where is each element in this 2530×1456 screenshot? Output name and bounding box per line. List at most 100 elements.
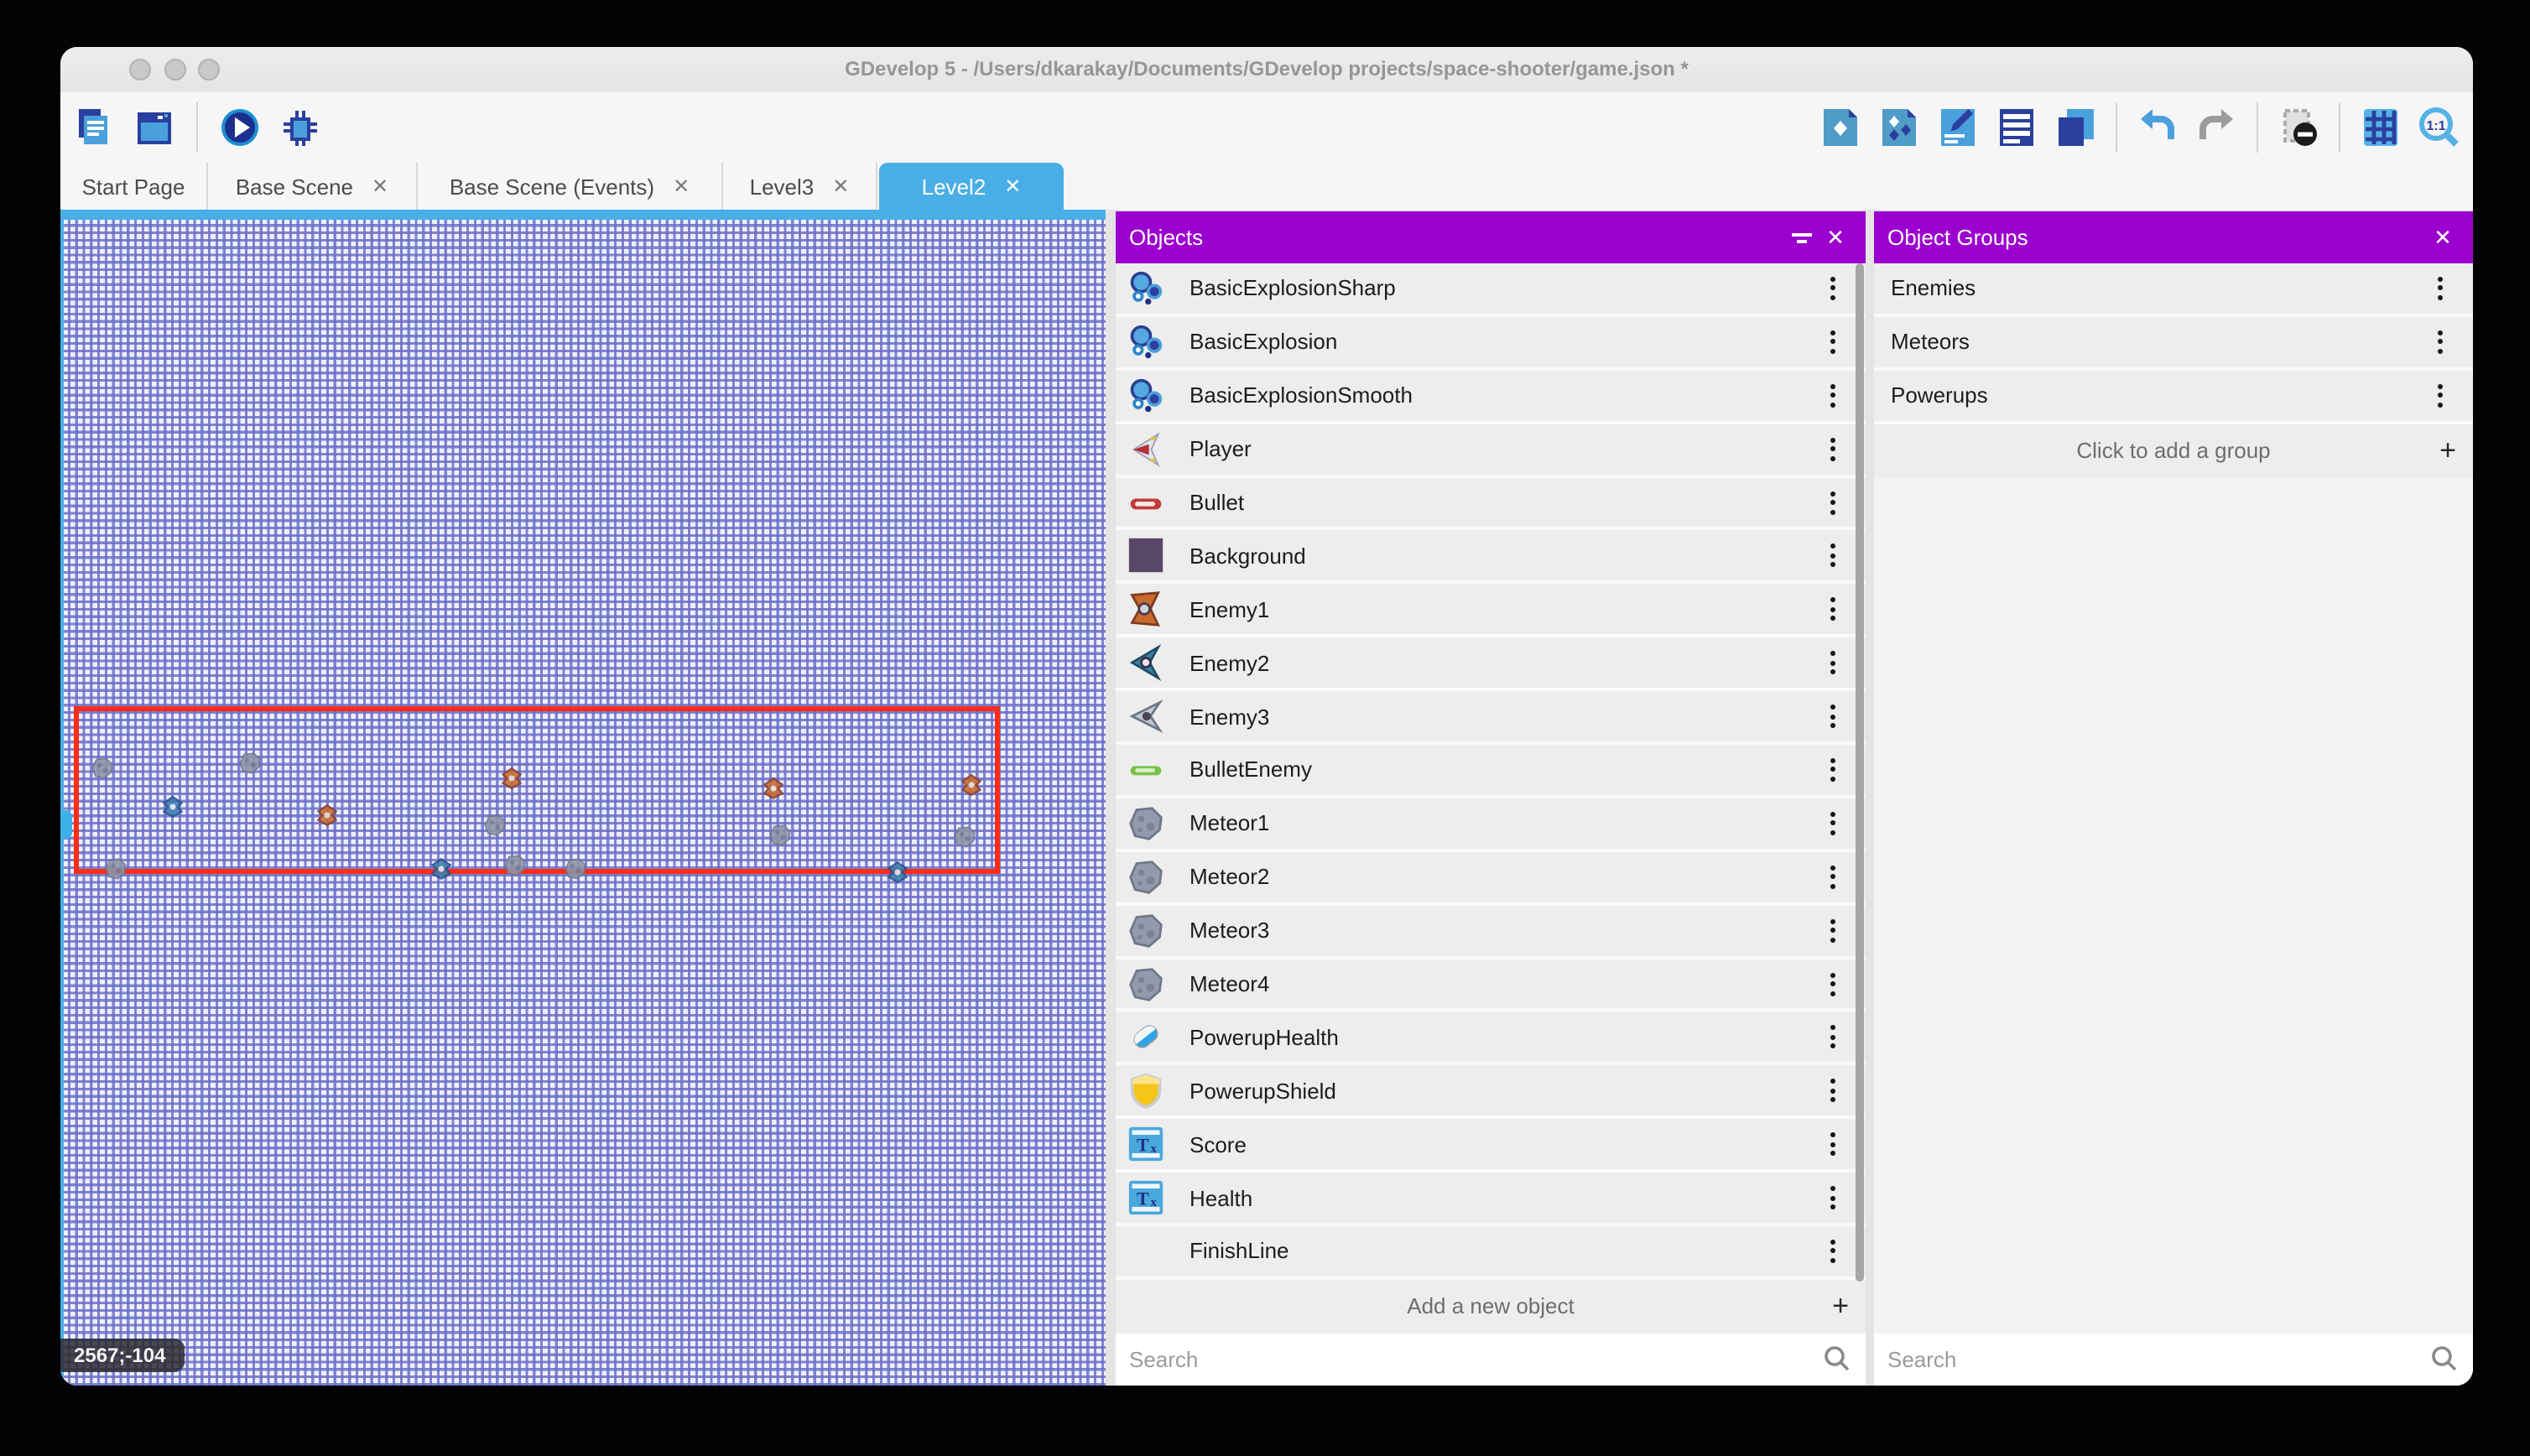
filter-icon[interactable] (1785, 221, 1819, 254)
grid-icon[interactable] (2357, 104, 2404, 151)
object-row-health[interactable]: TxHealth (1116, 1173, 1866, 1226)
object-row-meteor3[interactable]: Meteor3 (1116, 905, 1866, 959)
redo-icon[interactable] (2193, 104, 2240, 151)
tab-level2[interactable]: Level2✕ (879, 163, 1064, 210)
scene-sprite-enemy-orange[interactable] (500, 767, 523, 790)
object-row-enemy2[interactable]: Enemy2 (1116, 637, 1866, 691)
object-row-poweruphealth[interactable]: PowerupHealth (1116, 1012, 1866, 1066)
layers-icon[interactable] (2052, 104, 2099, 151)
panels-divider[interactable] (1866, 210, 1874, 1386)
scene-sprite-meteor[interactable] (503, 854, 527, 877)
tab-start-page[interactable]: Start Page (60, 163, 208, 210)
group-row-meteors[interactable]: Meteors (1874, 317, 2473, 371)
object-row-enemy3[interactable]: Enemy3 (1116, 691, 1866, 745)
group-menu-kebab-icon[interactable] (2421, 324, 2458, 361)
svg-text:x: x (1151, 1142, 1158, 1156)
object-menu-kebab-icon[interactable] (1814, 751, 1851, 788)
zoom-1-1-icon[interactable]: 1:1 (2416, 104, 2463, 151)
object-row-enemy1[interactable]: Enemy1 (1116, 585, 1866, 638)
object-row-background[interactable]: Background (1116, 531, 1866, 585)
object-row-basicexplosion[interactable]: BasicExplosion (1116, 317, 1866, 371)
tab-base-scene-events-[interactable]: Base Scene (Events)✕ (418, 163, 723, 210)
object-menu-kebab-icon[interactable] (1814, 1019, 1851, 1056)
object-menu-kebab-icon[interactable] (1814, 698, 1851, 735)
object-menu-kebab-icon[interactable] (1814, 1126, 1851, 1162)
scene-sprite-meteor[interactable] (483, 814, 507, 837)
object-row-basicexplosionsharp[interactable]: BasicExplosionSharp (1116, 263, 1866, 317)
close-tab-icon[interactable]: ✕ (832, 174, 849, 198)
object-row-finishline[interactable]: FinishLine (1116, 1226, 1866, 1280)
object-menu-kebab-icon[interactable] (1814, 1233, 1851, 1270)
app-window-icon[interactable] (131, 104, 178, 151)
object-row-meteor1[interactable]: Meteor1 (1116, 798, 1866, 852)
group-row-powerups[interactable]: Powerups (1874, 371, 2473, 424)
object-row-meteor4[interactable]: Meteor4 (1116, 959, 1866, 1012)
object-row-meteor2[interactable]: Meteor2 (1116, 852, 1866, 906)
tab-base-scene[interactable]: Base Scene✕ (208, 163, 418, 210)
add-object-row[interactable]: Add a new object + (1116, 1280, 1866, 1334)
debug-icon[interactable] (277, 104, 324, 151)
close-tab-icon[interactable]: ✕ (673, 174, 690, 198)
object-menu-kebab-icon[interactable] (1814, 270, 1851, 307)
objects-search-input[interactable] (1116, 1334, 1866, 1386)
object-row-basicexplosionsmooth[interactable]: BasicExplosionSmooth (1116, 371, 1866, 424)
object-row-bullet[interactable]: Bullet (1116, 477, 1866, 531)
scene-sprite-meteor[interactable] (953, 825, 976, 849)
object-menu-kebab-icon[interactable] (1814, 538, 1851, 575)
undo-icon[interactable] (2134, 104, 2181, 151)
scene-sprite-enemy-blue[interactable] (161, 795, 185, 819)
object-menu-kebab-icon[interactable] (1814, 430, 1851, 467)
object-menu-kebab-icon[interactable] (1814, 912, 1851, 949)
enemy2-icon (1127, 644, 1164, 681)
object-row-bulletenemy[interactable]: BulletEnemy (1116, 745, 1866, 798)
groups-search-input[interactable] (1874, 1334, 2473, 1386)
close-groups-panel-icon[interactable]: ✕ (2426, 221, 2460, 254)
properties-icon[interactable] (1934, 104, 1981, 151)
scene-sprite-meteor[interactable] (238, 751, 262, 775)
object-menu-kebab-icon[interactable] (1814, 484, 1851, 521)
add-group-row[interactable]: Click to add a group + (1874, 424, 2473, 477)
scene-sprite-meteor[interactable] (564, 857, 587, 881)
group-menu-kebab-icon[interactable] (2421, 270, 2458, 307)
group-name: Enemies (1891, 276, 2421, 301)
scene-sprite-meteor[interactable] (768, 824, 792, 847)
scene-panel-divider[interactable] (1106, 210, 1116, 1386)
selection-rectangle[interactable] (74, 706, 1000, 874)
text-icon: Tx (1127, 1126, 1164, 1162)
scene-edge-handle[interactable] (60, 810, 72, 839)
close-tab-icon[interactable]: ✕ (1004, 174, 1021, 198)
window-title: GDevelop 5 - /Users/dkarakay/Documents/G… (60, 47, 2473, 92)
scene-sprite-enemy-orange[interactable] (762, 777, 785, 800)
scene-sprite-meteor[interactable] (104, 857, 128, 881)
object-row-player[interactable]: Player (1116, 424, 1866, 477)
objects-panel-icon[interactable] (1817, 104, 1864, 151)
object-menu-kebab-icon[interactable] (1814, 858, 1851, 895)
scene-editor-canvas[interactable]: 2567;-104 (60, 210, 1106, 1386)
object-menu-kebab-icon[interactable] (1814, 1073, 1851, 1110)
object-menu-kebab-icon[interactable] (1814, 591, 1851, 628)
object-menu-kebab-icon[interactable] (1814, 805, 1851, 842)
close-objects-panel-icon[interactable]: ✕ (1819, 221, 1852, 254)
object-menu-kebab-icon[interactable] (1814, 1179, 1851, 1216)
object-menu-kebab-icon[interactable] (1814, 324, 1851, 361)
object-row-powerupshield[interactable]: PowerupShield (1116, 1066, 1866, 1120)
object-row-score[interactable]: TxScore (1116, 1120, 1866, 1173)
group-row-enemies[interactable]: Enemies (1874, 263, 2473, 317)
scene-sprite-enemy-orange[interactable] (315, 803, 339, 827)
object-menu-kebab-icon[interactable] (1814, 644, 1851, 681)
object-menu-kebab-icon[interactable] (1814, 377, 1851, 413)
scene-sprite-meteor[interactable] (91, 757, 114, 780)
objects-scrollbar[interactable] (1856, 263, 1864, 1282)
close-tab-icon[interactable]: ✕ (372, 174, 388, 198)
scene-sprite-enemy-blue[interactable] (886, 861, 909, 884)
preview-play-icon[interactable] (216, 104, 263, 151)
tab-level3[interactable]: Level3✕ (723, 163, 877, 210)
object-groups-panel-icon[interactable] (1876, 104, 1923, 151)
project-manager-icon[interactable] (70, 104, 117, 151)
group-menu-kebab-icon[interactable] (2421, 377, 2458, 413)
scene-sprite-enemy-blue[interactable] (429, 857, 453, 881)
scene-sprite-enemy-orange[interactable] (960, 773, 983, 797)
mask-toggle-icon[interactable] (2275, 104, 2322, 151)
instances-list-icon[interactable] (1993, 104, 2040, 151)
object-menu-kebab-icon[interactable] (1814, 965, 1851, 1002)
